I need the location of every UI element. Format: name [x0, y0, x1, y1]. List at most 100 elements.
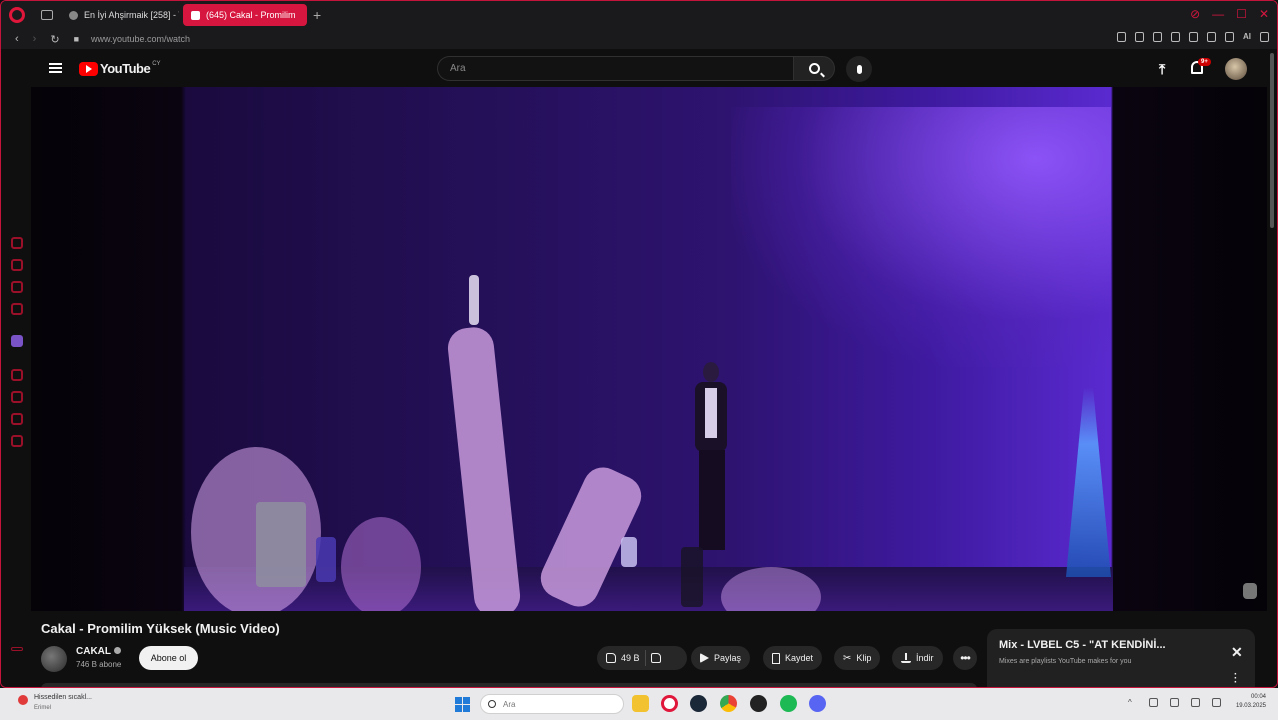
sidebar-history-icon[interactable] [11, 391, 23, 403]
mix-playlist-card[interactable]: Mix - LVBEL C5 - "AT KENDİNİ... Mixes ar… [987, 629, 1255, 688]
crowd-phone [316, 537, 336, 582]
sidebar-crypto-icon[interactable] [11, 259, 23, 271]
tray-mic-icon[interactable] [1170, 698, 1179, 707]
speaker-icon [191, 10, 200, 20]
windows-start-icon[interactable] [455, 697, 470, 712]
sidebar-player-icon[interactable] [11, 369, 23, 381]
browser-toolbar: AI [1117, 32, 1269, 42]
like-dislike-group: 49 B [597, 646, 687, 670]
sidebar-settings-icon[interactable] [11, 435, 23, 447]
discord-icon[interactable] [809, 695, 826, 712]
scissors-icon: ✂ [843, 652, 852, 664]
taskbar-search-input[interactable]: Ara [480, 694, 624, 714]
download-arrow-icon [901, 653, 911, 663]
tray-display-icon[interactable] [1191, 698, 1200, 707]
bookmark-icon[interactable] [1117, 32, 1126, 42]
search-button[interactable] [793, 56, 835, 81]
upload-icon[interactable]: ⤒ [1159, 61, 1165, 78]
performer [691, 362, 731, 557]
extension-icon[interactable] [1207, 32, 1216, 42]
tray-app-icon[interactable] [1149, 698, 1158, 707]
aria-ai-button[interactable]: AI [1243, 32, 1251, 42]
screenshot-icon[interactable] [1135, 32, 1144, 42]
clock[interactable]: 00:04 19.03.2025 [1226, 694, 1266, 712]
back-icon[interactable]: ‹ [15, 33, 19, 45]
hamburger-menu-icon[interactable] [49, 63, 62, 73]
epic-games-icon[interactable] [750, 695, 767, 712]
save-label: Kaydet [785, 653, 814, 663]
video-player[interactable] [31, 87, 1267, 611]
more-actions-button[interactable]: ••• [953, 646, 977, 670]
menu-icon[interactable] [1260, 32, 1269, 42]
share-button[interactable]: Paylaş [691, 646, 751, 670]
tab-islands-icon[interactable] [41, 10, 53, 20]
kebab-menu-icon[interactable]: · · · [1234, 670, 1237, 688]
reload-icon[interactable]: ↻ [50, 33, 59, 46]
sidebar-messenger-icon[interactable] [11, 281, 23, 293]
window-controls: ⊘ — ☐ ✕ [1190, 7, 1269, 21]
miniplayer-icon[interactable] [1243, 583, 1257, 599]
forward-icon[interactable]: › [33, 33, 37, 45]
youtube-logo[interactable]: YouTube CY [79, 61, 161, 76]
clock-date: 19.03.2025 [1235, 703, 1266, 709]
save-button[interactable]: Kaydet [763, 646, 823, 670]
voice-search-button[interactable] [846, 56, 872, 82]
browser-window: En İyi Ahşirmaik [258] - T (645) Cakal -… [0, 0, 1278, 688]
url-field[interactable]: www.youtube.com/watch [91, 34, 190, 44]
search-input[interactable]: Ara [437, 56, 793, 81]
download-button[interactable]: İndir [892, 646, 943, 670]
heart-icon[interactable] [1189, 32, 1198, 42]
account-avatar[interactable] [1225, 58, 1247, 80]
page-scrollbar[interactable] [1267, 49, 1277, 687]
like-divider [644, 650, 646, 666]
address-bar: ‹ › ↻ ■ www.youtube.com/watch AI [1, 29, 1277, 49]
stage-light [731, 107, 1111, 367]
opera-logo-icon[interactable] [9, 7, 25, 23]
channel-avatar[interactable] [41, 646, 67, 672]
subscribe-button[interactable]: Abone ol [139, 646, 198, 670]
like-count[interactable]: 49 B [621, 653, 640, 663]
sidebar-heart-icon[interactable] [11, 413, 23, 425]
youtube-header: YouTube CY Ara ⤒ 9+ [31, 49, 1267, 87]
channel-name-text: CAKAL [76, 646, 111, 657]
sidebar-more-icon[interactable] [11, 647, 23, 651]
spotify-icon[interactable] [780, 695, 797, 712]
sidebar-aria-icon[interactable] [11, 237, 23, 249]
close-icon[interactable]: ✕ [1231, 644, 1243, 661]
shield-icon[interactable] [1153, 32, 1162, 42]
close-window-icon[interactable]: ✕ [1259, 7, 1269, 21]
sidebar-twitch-icon[interactable] [11, 335, 23, 347]
tab-inactive[interactable]: En İyi Ahşirmaik [258] - T [61, 4, 179, 26]
channel-name[interactable]: CAKAL [76, 646, 121, 657]
like-icon[interactable] [606, 653, 616, 663]
scrollbar-thumb[interactable] [1270, 53, 1274, 228]
download-icon[interactable] [1225, 32, 1234, 42]
share-label: Paylaş [714, 653, 742, 663]
tray-volume-icon[interactable] [1212, 698, 1221, 707]
crowd-phone [621, 537, 637, 567]
opera-taskbar-icon[interactable] [661, 695, 678, 712]
crowd-phone [256, 502, 306, 587]
steam-icon[interactable] [690, 695, 707, 712]
search-tabs-icon[interactable]: ⊘ [1190, 7, 1200, 21]
country-code: CY [152, 60, 161, 67]
tray-chevron-icon[interactable]: ^ [1128, 698, 1137, 707]
bookmark-save-icon [772, 652, 780, 664]
file-explorer-icon[interactable] [632, 695, 649, 712]
clip-button[interactable]: ✂ Klip [834, 646, 881, 670]
sidebar-whatsapp-icon[interactable] [11, 303, 23, 315]
notifications-badge: 9+ [1198, 58, 1211, 66]
weather-subtitle: Erimel [34, 705, 52, 711]
maximize-icon[interactable]: ☐ [1236, 7, 1247, 21]
minimize-icon[interactable]: — [1212, 7, 1224, 21]
player-icon[interactable] [1171, 32, 1180, 42]
search-icon [488, 700, 496, 708]
chrome-icon[interactable] [720, 695, 737, 712]
weather-title[interactable]: Hissedilen sıcakl... [34, 694, 92, 701]
new-tab-icon[interactable]: + [313, 7, 321, 23]
dislike-icon[interactable] [650, 653, 661, 663]
windows-taskbar: Hissedilen sıcakl... Erimel Ara ^ 00:04 … [0, 688, 1278, 720]
weather-icon[interactable] [18, 695, 28, 705]
opera-sidebar [1, 49, 31, 687]
tab-active[interactable]: (645) Cakal - Promilim [183, 4, 307, 26]
